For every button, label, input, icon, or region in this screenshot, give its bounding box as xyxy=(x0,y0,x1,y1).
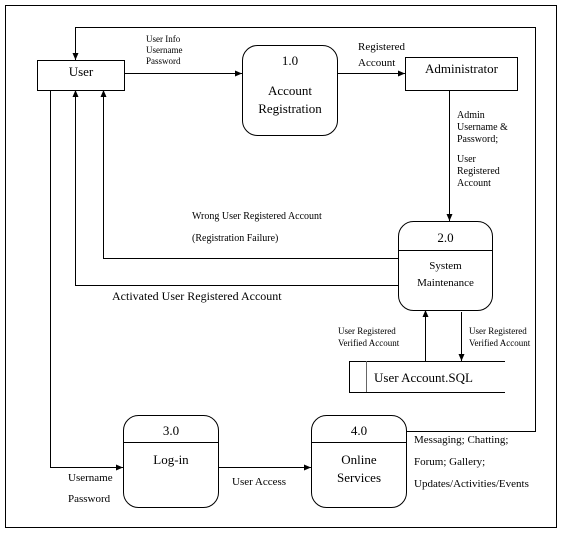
flow-label: Registered xyxy=(457,166,500,177)
administrator-entity: Administrator xyxy=(425,61,498,76)
flow-label: Account xyxy=(358,57,396,69)
flow-label: Messaging; Chatting; xyxy=(414,434,509,446)
process-1-id: 1.0 xyxy=(281,53,299,68)
flow-label: Account xyxy=(457,178,491,189)
user-entity: User xyxy=(68,64,94,79)
data-store-label: User Account.SQL xyxy=(374,370,473,385)
process-1-name: Registration xyxy=(258,101,322,116)
process-2-name: Maintenance xyxy=(417,277,474,289)
flow-label: Username xyxy=(68,472,113,484)
flow-label: Admin xyxy=(457,110,485,121)
flow-activated-account xyxy=(72,90,398,286)
flow-label: Password xyxy=(68,493,111,505)
flow-label: Wrong User Registered Account xyxy=(192,211,322,222)
flow-label: User Registered xyxy=(338,326,396,336)
process-1-name: Account xyxy=(267,83,313,98)
flow-label: Password xyxy=(146,56,181,66)
flow-label: Username xyxy=(146,45,183,55)
flow-label: Verified Account xyxy=(469,338,531,348)
process-2-id: 2.0 xyxy=(437,230,454,245)
flow-label: Username & xyxy=(457,122,508,133)
flow-user-to-login xyxy=(50,90,123,471)
process-3-name: Log-in xyxy=(153,452,189,467)
process-4-name: Online xyxy=(341,452,377,467)
flow-label: Forum; Gallery; xyxy=(414,456,486,468)
process-2-name: System xyxy=(429,260,462,272)
process-4-id: 4.0 xyxy=(350,423,368,438)
flow-label: User Access xyxy=(232,476,287,488)
flow-label: User Registered xyxy=(469,326,527,336)
flow-label: Password; xyxy=(457,134,499,145)
process-4-name: Services xyxy=(336,470,382,485)
flow-label: Updates/Activities/Events xyxy=(414,478,529,490)
flow-label: (Registration Failure) xyxy=(192,233,279,244)
flow-label: User Info xyxy=(146,34,181,44)
flow-label: Verified Account xyxy=(338,338,400,348)
flow-label: Registered xyxy=(358,41,406,53)
flow-label: Activated User Registered Account xyxy=(112,289,282,303)
process-3-id: 3.0 xyxy=(162,423,180,438)
flow-label: User xyxy=(457,154,476,165)
